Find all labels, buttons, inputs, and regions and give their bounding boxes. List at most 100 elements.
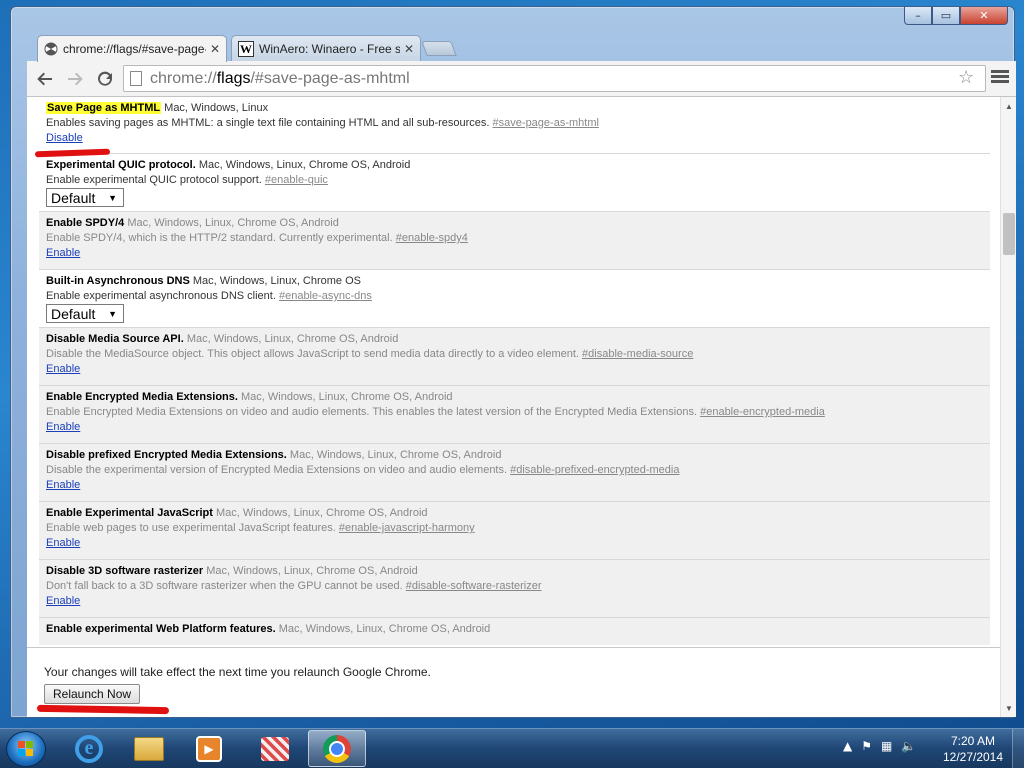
windows-media-player-icon: ▶ — [196, 735, 222, 762]
tab-winaero[interactable]: W WinAero: Winaero - Free s ✕ — [231, 35, 421, 62]
flag-name: Enable SPDY/4 — [46, 217, 125, 229]
flag-disable-prefixed-encrypted-media: Disable prefixed Encrypted Media Extensi… — [39, 444, 990, 502]
flag-disable-media-source: Disable Media Source API. Mac, Windows, … — [39, 328, 990, 386]
back-arrow-icon — [37, 72, 52, 86]
flag-enable-experimental-web-platform: Enable experimental Web Platform feature… — [39, 618, 990, 645]
address-bar[interactable]: chrome://flags/#save-page-as-mhtml — [123, 65, 986, 92]
flag-disable-link[interactable]: Disable — [46, 132, 83, 144]
flag-platforms: Mac, Windows, Linux, Chrome OS, Android — [186, 333, 399, 345]
windows-media-player-button[interactable]: ▶ — [180, 730, 238, 767]
tab-strip: chrome://flags/#save-page-as-mhtml ✕ W W… — [31, 31, 991, 62]
scrollbar-thumb[interactable] — [1003, 213, 1015, 255]
tab-close-icon[interactable]: ✕ — [404, 42, 414, 56]
scroll-down-arrow-icon[interactable]: ▼ — [1001, 701, 1016, 715]
tab-flags[interactable]: chrome://flags/#save-page-as-mhtml ✕ — [37, 35, 227, 62]
paint-button[interactable] — [246, 730, 304, 767]
forward-arrow-icon — [68, 72, 83, 86]
flag-description: Enable experimental asynchronous DNS cli… — [46, 290, 276, 302]
flag-anchor-link[interactable]: #enable-spdy4 — [396, 232, 468, 244]
flag-platforms: Mac, Windows, Linux, Chrome OS, Android — [198, 159, 411, 171]
relaunch-now-button[interactable]: Relaunch Now — [44, 684, 141, 704]
flag-anchor-link[interactable]: #disable-prefixed-encrypted-media — [510, 464, 679, 476]
flag-enable-link[interactable]: Enable — [46, 247, 80, 259]
relaunch-message: Your changes will take effect the next t… — [44, 665, 431, 679]
flag-enable-quic: Experimental QUIC protocol. Mac, Windows… — [39, 154, 990, 212]
minimize-button[interactable]: – — [904, 7, 932, 25]
flag-description: Disable the experimental version of Encr… — [46, 464, 508, 476]
flag-enable-link[interactable]: Enable — [46, 363, 80, 375]
start-orb[interactable] — [6, 731, 46, 767]
forward-button[interactable] — [63, 67, 87, 91]
close-button[interactable]: ✕ — [960, 7, 1008, 25]
flag-disable-software-rasterizer: Disable 3D software rasterizer Mac, Wind… — [39, 560, 990, 618]
flag-description: Disable the MediaSource object. This obj… — [46, 348, 579, 360]
clock-time: 7:20 AM — [950, 734, 996, 748]
flag-anchor-link[interactable]: #disable-media-source — [582, 348, 693, 360]
flag-enable-link[interactable]: Enable — [46, 595, 80, 607]
flag-enable-async-dns: Built-in Asynchronous DNS Mac, Windows, … — [39, 270, 990, 328]
windows-taskbar: e ▶ ▲ ⚑ ▦ 🔈 7:20 AM 12/27/2014 — [0, 728, 1024, 768]
reload-button[interactable] — [93, 67, 117, 91]
vertical-scrollbar[interactable]: ▲ ▼ — [1000, 97, 1016, 717]
reload-icon — [98, 71, 112, 86]
winaero-icon: W — [238, 41, 254, 57]
flag-name: Built-in Asynchronous DNS — [46, 275, 190, 287]
system-tray: ▲ ⚑ ▦ 🔈 — [843, 739, 916, 753]
flags-list: Save Page as MHTML Mac, Windows, Linux E… — [39, 97, 990, 645]
browser-toolbar: chrome://flags/#save-page-as-mhtml ☆ — [27, 61, 1016, 97]
windows-logo-icon — [18, 741, 33, 756]
flags-page: Save Page as MHTML Mac, Windows, Linux E… — [27, 97, 1016, 717]
flag-enable-link[interactable]: Enable — [46, 479, 80, 491]
flag-anchor-link[interactable]: #enable-async-dns — [279, 290, 372, 302]
flag-platforms: Mac, Windows, Linux — [164, 102, 269, 114]
google-chrome-icon — [323, 734, 351, 763]
flag-anchor-link[interactable]: #enable-quic — [265, 174, 328, 186]
flag-description: Enable Encrypted Media Extensions on vid… — [46, 406, 698, 418]
flag-enable-spdy4: Enable SPDY/4 Mac, Windows, Linux, Chrom… — [39, 212, 990, 270]
flag-description: Enable web pages to use experimental Jav… — [46, 522, 336, 534]
flag-platforms: Mac, Windows, Linux, Chrome OS, Android — [241, 391, 453, 403]
url-path: /#save-page-as-mhtml — [250, 69, 410, 87]
google-chrome-button[interactable] — [308, 730, 366, 767]
page-icon — [130, 71, 142, 86]
flag-platforms: Mac, Windows, Linux, Chrome OS, Android — [289, 449, 502, 461]
menu-bar-icon — [991, 75, 1009, 78]
flag-enable-link[interactable]: Enable — [46, 537, 80, 549]
flag-anchor-link[interactable]: #save-page-as-mhtml — [493, 117, 599, 129]
flag-anchor-link[interactable]: #enable-javascript-harmony — [339, 522, 475, 534]
flag-anchor-link[interactable]: #enable-encrypted-media — [700, 406, 825, 418]
clock[interactable]: 7:20 AM 12/27/2014 — [940, 733, 1006, 765]
bookmark-star-icon[interactable]: ☆ — [958, 67, 974, 88]
flag-name: Save Page as MHTML — [46, 102, 162, 114]
maximize-button[interactable]: ▭ — [932, 7, 960, 25]
new-tab-button[interactable] — [421, 41, 457, 56]
flag-enable-link[interactable]: Enable — [46, 421, 80, 433]
flag-select[interactable]: Default ▼ — [46, 304, 124, 323]
flag-name: Disable prefixed Encrypted Media Extensi… — [46, 449, 287, 461]
internet-explorer-button[interactable]: e — [60, 730, 118, 767]
windows-explorer-button[interactable] — [120, 730, 178, 767]
flags-icon — [44, 42, 58, 56]
flag-select[interactable]: Default ▼ — [46, 188, 124, 207]
flag-platforms: Mac, Windows, Linux, Chrome OS — [192, 275, 362, 287]
back-button[interactable] — [33, 67, 57, 91]
action-center-flag-icon[interactable]: ⚑ — [861, 739, 872, 753]
tab-close-icon[interactable]: ✕ — [210, 42, 220, 56]
network-icon[interactable]: ▦ — [881, 739, 892, 753]
chrome-menu-button[interactable] — [991, 68, 1009, 88]
flag-name: Enable experimental Web Platform feature… — [46, 623, 276, 635]
flag-description: Don't fall back to a 3D software rasteri… — [46, 580, 403, 592]
show-hidden-icons-icon[interactable]: ▲ — [843, 739, 852, 753]
tab-title: WinAero: Winaero - Free s — [259, 42, 400, 56]
internet-explorer-icon: e — [75, 734, 103, 763]
flag-description: Enable SPDY/4, which is the HTTP/2 stand… — [46, 232, 393, 244]
show-desktop-button[interactable] — [1012, 729, 1024, 768]
chrome-window: – ▭ ✕ chrome://flags/#save-page-as-mhtml… — [10, 6, 1016, 718]
flag-description: Enable experimental QUIC protocol suppor… — [46, 174, 262, 186]
scroll-up-arrow-icon[interactable]: ▲ — [1001, 99, 1016, 113]
flag-platforms: Mac, Windows, Linux, Chrome OS, Android — [278, 623, 491, 635]
flag-anchor-link[interactable]: #disable-software-rasterizer — [406, 580, 542, 592]
menu-bar-icon — [991, 70, 1009, 73]
volume-icon[interactable]: 🔈 — [901, 739, 916, 753]
select-value: Default — [51, 189, 96, 206]
